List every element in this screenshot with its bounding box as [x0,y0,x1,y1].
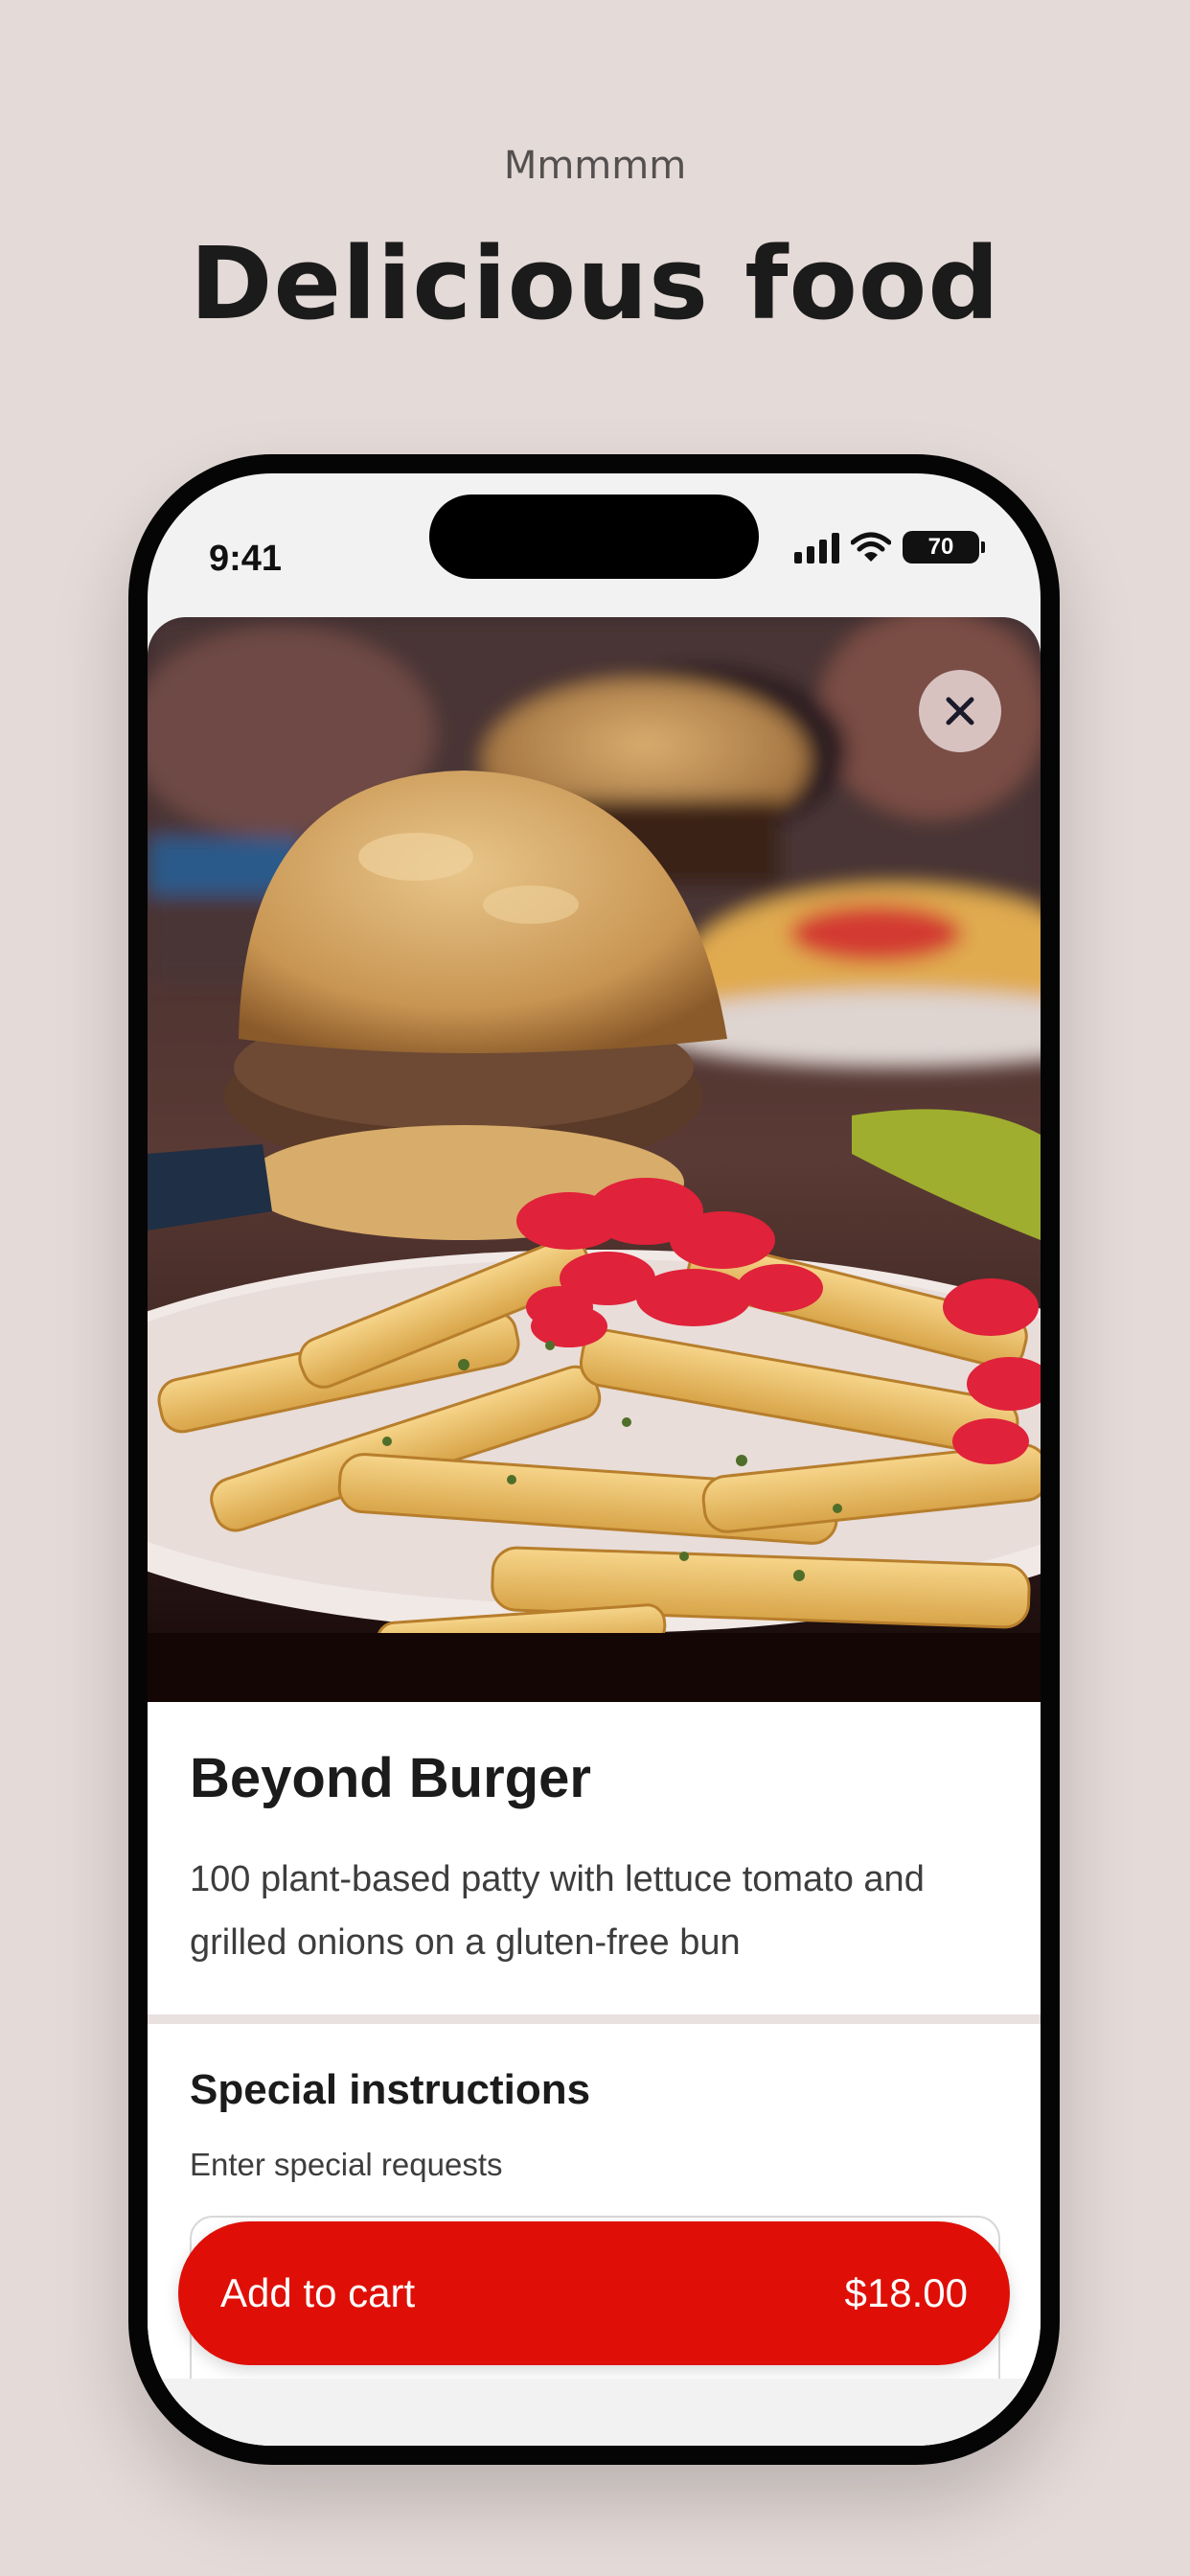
close-button[interactable] [919,670,1001,752]
add-to-cart-label: Add to cart [220,2270,416,2315]
phone-frame: 9:41 70 Beyond Burger 100 plant-based pa… [128,454,1060,2465]
phone-screen: 9:41 70 Beyond Burger 100 plant-based pa… [148,473,1041,2446]
burger-and-fries-photo [148,617,1041,1702]
special-instructions-title: Special instructions [190,2066,591,2113]
wifi-icon [851,532,891,562]
cart-price: $18.00 [844,2270,968,2315]
close-icon [946,697,974,725]
signal-icon [794,531,839,564]
status-icons: 70 [794,531,985,564]
status-time: 9:41 [209,539,283,579]
section-divider [148,2014,1041,2024]
home-indicator-area [148,2379,1041,2446]
item-sheet: Beyond Burger 100 plant-based patty with… [148,617,1041,2446]
add-to-cart-button[interactable]: Add to cart $18.00 [178,2221,1010,2365]
dynamic-island [429,494,759,579]
item-name: Beyond Burger [190,1747,591,1809]
battery-icon: 70 [903,531,985,564]
eyebrow-text: Mmmmm [503,144,687,188]
special-instructions-hint: Enter special requests [190,2147,503,2182]
item-description: 100 plant-based patty with lettuce tomat… [190,1859,925,1963]
headline: Delicious food [190,225,1000,342]
